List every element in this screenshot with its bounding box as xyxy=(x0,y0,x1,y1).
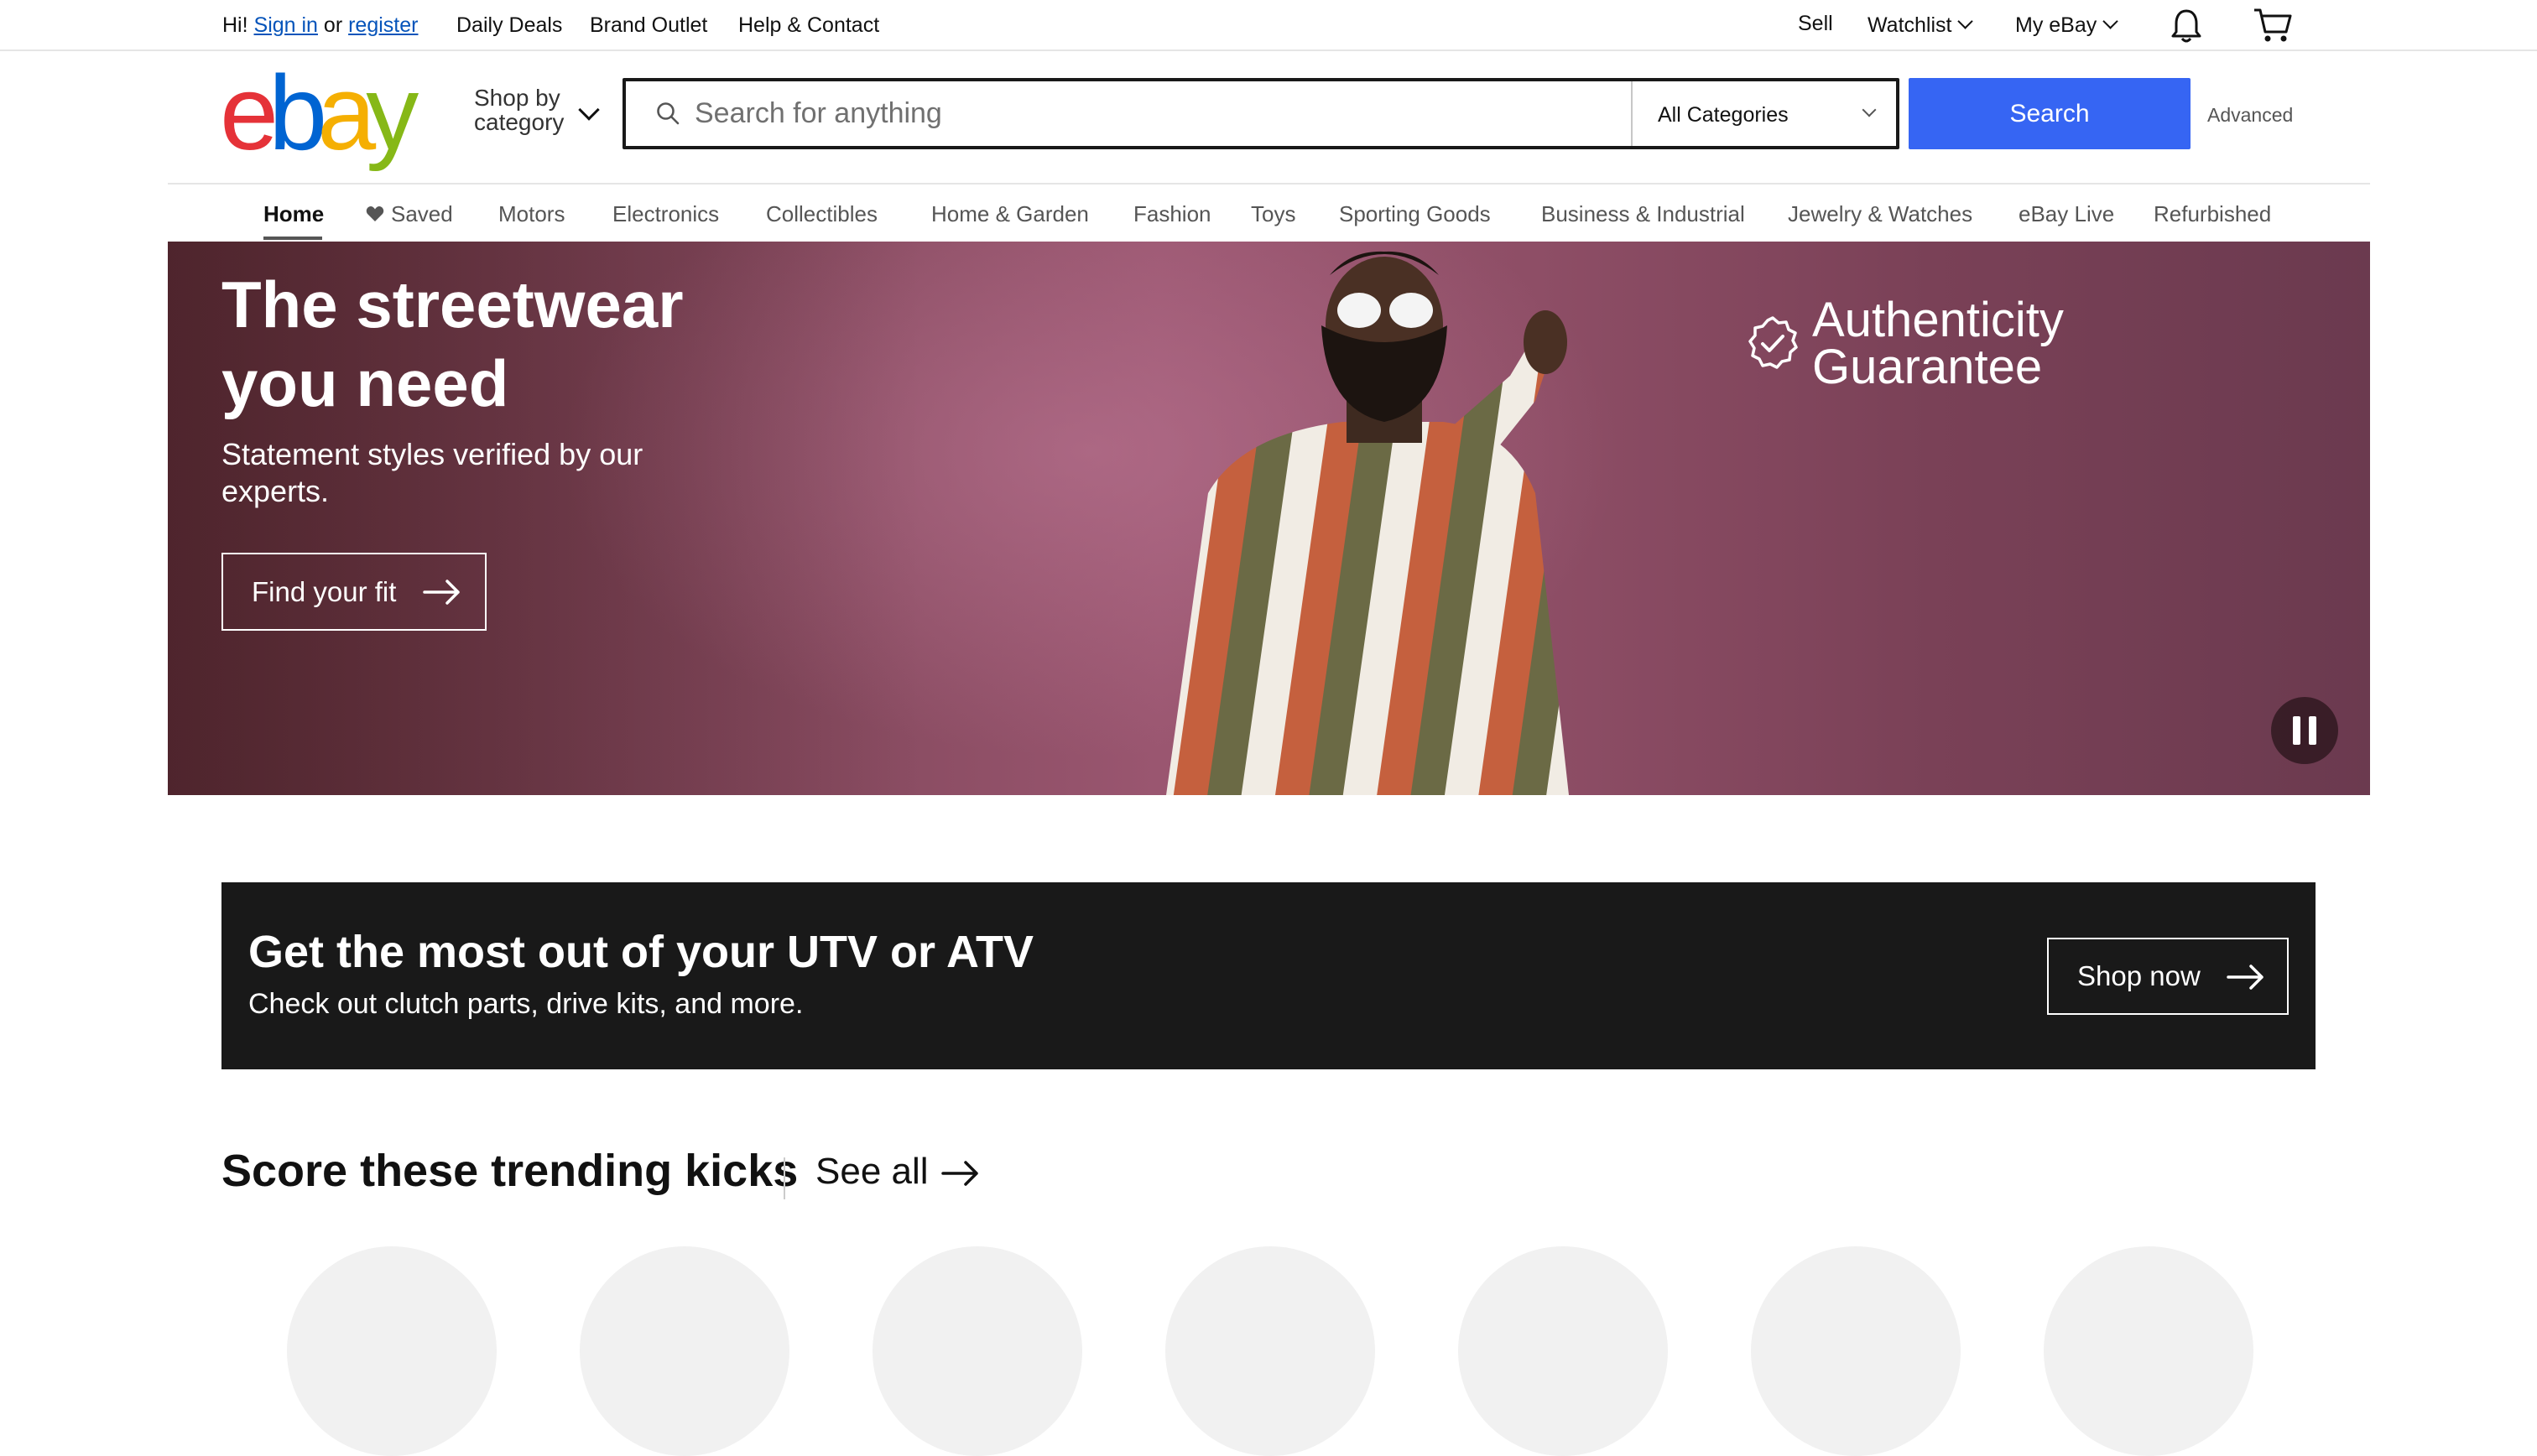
find-your-fit-label: Find your fit xyxy=(252,576,397,607)
advanced-search-link[interactable]: Advanced xyxy=(2207,104,2293,127)
section-divider xyxy=(784,1157,785,1199)
shop-by-category-button[interactable]: Shop by category xyxy=(474,86,564,134)
register-link[interactable]: register xyxy=(348,13,418,37)
check-badge-icon xyxy=(1748,316,1798,369)
greeting-text: Hi! xyxy=(222,13,248,37)
search-divider xyxy=(1631,81,1633,146)
pause-icon xyxy=(2293,716,2300,745)
promo-banner[interactable]: Get the most out of your UTV or ATV Chec… xyxy=(221,882,2316,1069)
ebay-logo[interactable]: ebay xyxy=(220,54,421,172)
my-ebay-label: My eBay xyxy=(2015,13,2097,37)
cart-icon[interactable] xyxy=(2253,7,2293,44)
shop-now-button[interactable]: Shop now xyxy=(2047,938,2289,1015)
nav-item-collectibles[interactable]: Collectibles xyxy=(766,201,878,227)
search-bar: All Categories xyxy=(623,78,1899,149)
category-nav: Home Saved Motors Electronics Collectibl… xyxy=(168,183,2370,242)
logo-letter-b: b xyxy=(268,54,327,172)
nav-item-motors[interactable]: Motors xyxy=(498,201,565,227)
arrow-right-icon xyxy=(2227,965,2264,990)
hero-model-image xyxy=(1166,251,1569,795)
watchlist-label: Watchlist xyxy=(1868,13,1952,37)
sign-in-link[interactable]: Sign in xyxy=(254,13,318,37)
bell-icon[interactable] xyxy=(2169,8,2204,44)
kick-item[interactable] xyxy=(2044,1246,2253,1456)
pause-button[interactable] xyxy=(2271,697,2338,764)
help-contact-link[interactable]: Help & Contact xyxy=(738,13,879,38)
search-icon xyxy=(657,102,680,125)
kick-item[interactable] xyxy=(580,1246,789,1456)
nav-item-electronics[interactable]: Electronics xyxy=(612,201,719,227)
category-label: category xyxy=(474,109,565,135)
nav-item-fashion[interactable]: Fashion xyxy=(1133,201,1211,227)
daily-deals-link[interactable]: Daily Deals xyxy=(456,13,562,38)
nav-item-home-garden[interactable]: Home & Garden xyxy=(931,201,1089,227)
or-text: or xyxy=(323,13,343,37)
kick-item[interactable] xyxy=(1751,1246,1961,1456)
search-input[interactable] xyxy=(695,90,1567,137)
nav-item-toys[interactable]: Toys xyxy=(1251,201,1295,227)
shop-now-label: Shop now xyxy=(2077,960,2201,991)
brand-outlet-link[interactable]: Brand Outlet xyxy=(590,13,707,38)
promo-subtitle: Check out clutch parts, drive kits, and … xyxy=(248,988,804,1020)
hero-subtitle: Statement styles verified by our experts… xyxy=(221,437,643,508)
nav-item-home[interactable]: Home xyxy=(263,201,324,227)
heart-icon xyxy=(366,206,384,221)
watchlist-menu[interactable]: Watchlist xyxy=(1868,13,1974,38)
chevron-down-icon[interactable] xyxy=(1862,102,1877,117)
logo-letter-a: a xyxy=(317,54,376,172)
logo-letter-e: e xyxy=(220,54,279,172)
promo-title: Get the most out of your UTV or ATV xyxy=(248,927,1034,977)
arrow-right-icon xyxy=(941,1161,978,1186)
sell-link[interactable]: Sell xyxy=(1798,12,1833,36)
arrow-right-icon xyxy=(423,580,460,605)
greeting: Hi! Sign in or register xyxy=(222,13,418,38)
top-utility-bar: Hi! Sign in or register Daily Deals Bran… xyxy=(0,0,2537,51)
nav-item-saved[interactable]: Saved xyxy=(366,201,453,227)
see-all-label: See all xyxy=(815,1151,929,1192)
kick-item[interactable] xyxy=(1458,1246,1668,1456)
kick-item[interactable] xyxy=(1165,1246,1375,1456)
nav-item-jewelry-watches[interactable]: Jewelry & Watches xyxy=(1788,201,1972,227)
shop-by-label: Shop by xyxy=(474,85,560,111)
authenticity-guarantee-badge: Authenticity Guarantee xyxy=(1812,293,2064,394)
nav-item-business-industrial[interactable]: Business & Industrial xyxy=(1541,201,1745,227)
nav-item-ebay-live[interactable]: eBay Live xyxy=(2019,201,2114,227)
find-your-fit-button[interactable]: Find your fit xyxy=(221,553,487,631)
see-all-link[interactable]: See all xyxy=(815,1151,978,1193)
chevron-down-icon xyxy=(1957,13,1974,29)
my-ebay-menu[interactable]: My eBay xyxy=(2015,13,2118,38)
hero-title: The streetwear you need xyxy=(221,268,684,420)
nav-item-saved-label: Saved xyxy=(391,201,453,226)
active-tab-indicator xyxy=(263,237,322,240)
pause-icon xyxy=(2309,716,2316,745)
chevron-down-icon[interactable] xyxy=(578,99,600,121)
nav-item-sporting-goods[interactable]: Sporting Goods xyxy=(1339,201,1491,227)
hero-banner[interactable]: The streetwear you need Statement styles… xyxy=(168,242,2370,795)
category-select[interactable]: All Categories xyxy=(1658,103,1789,127)
chevron-down-icon xyxy=(2102,13,2118,29)
logo-letter-y: y xyxy=(366,54,419,172)
search-button[interactable]: Search xyxy=(1909,78,2191,149)
kick-item[interactable] xyxy=(873,1246,1082,1456)
kick-item[interactable] xyxy=(287,1246,497,1456)
nav-item-refurbished[interactable]: Refurbished xyxy=(2154,201,2271,227)
section-title: Score these trending kicks xyxy=(221,1146,799,1196)
